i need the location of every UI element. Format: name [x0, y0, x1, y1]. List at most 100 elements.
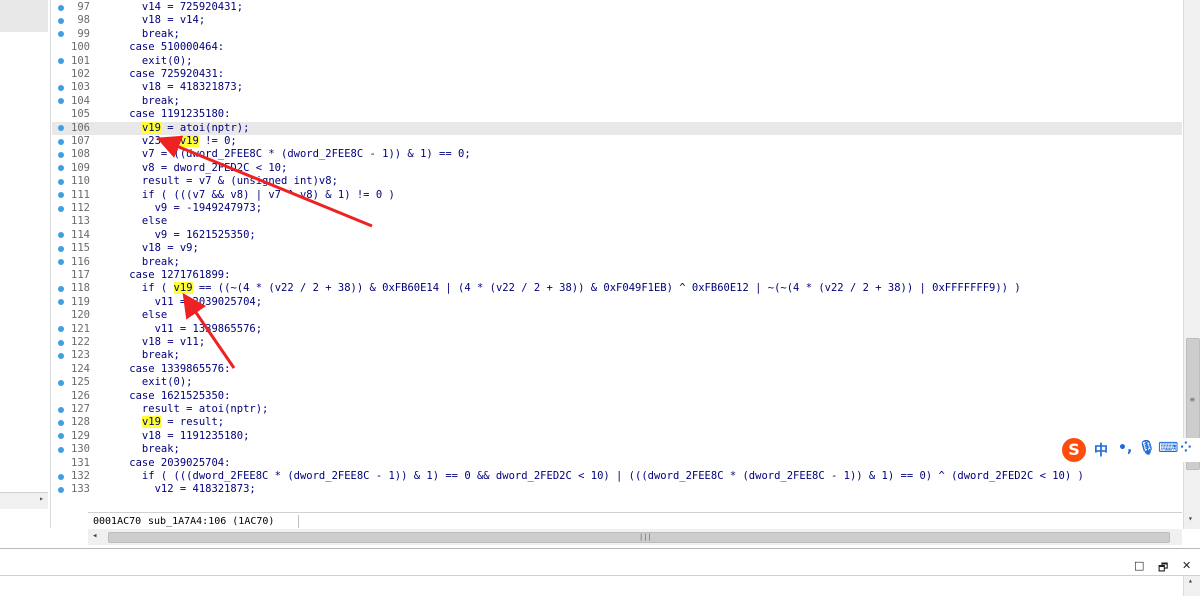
punctuation-button[interactable]: •, — [1118, 440, 1132, 456]
code-line[interactable]: 121 v11 = 1339865576; — [52, 323, 1182, 336]
pseudocode-editor[interactable]: 97 v14 = 725920431; 98 v18 = v14; 99 break… — [52, 0, 1182, 506]
code-line[interactable]: 100 case 510000464: — [52, 41, 1182, 54]
code-line[interactable]: 113 else — [52, 215, 1182, 228]
code-text[interactable]: break; — [104, 443, 180, 456]
highlighted-variable[interactable]: v19 — [141, 121, 161, 134]
code-text[interactable]: result = atoi(nptr); — [104, 403, 268, 416]
code-line[interactable]: 123 break; — [52, 349, 1182, 362]
code-text[interactable]: v18 = v11; — [104, 336, 205, 349]
code-line[interactable]: 111 if ( (((v7 && v8) | v7 ^ v8) & 1) !=… — [52, 189, 1182, 202]
highlighted-variable[interactable]: v19 — [173, 282, 193, 295]
code-line[interactable]: 106 v19 = atoi(nptr); — [52, 121, 1182, 135]
code-text[interactable]: result = v7 & (unsigned int)v8; — [104, 175, 338, 188]
code-line[interactable]: 103 v18 = 418321873; — [52, 81, 1182, 94]
code-text[interactable]: v19 = result; — [104, 416, 224, 429]
code-line[interactable]: 108 v7 = ((dword_2FEE8C * (dword_2FEE8C … — [52, 148, 1182, 161]
code-text[interactable]: v19 = atoi(nptr); — [104, 121, 249, 135]
code-text[interactable]: v18 = 1191235180; — [104, 430, 249, 443]
code-line[interactable]: 131 case 2039025704: — [52, 457, 1182, 470]
code-text[interactable]: v9 = 1621525350; — [104, 229, 256, 242]
code-text[interactable]: else — [104, 309, 167, 322]
code-line[interactable]: 129 v18 = 1191235180; — [52, 430, 1182, 443]
sogou-logo-icon[interactable]: S — [1062, 438, 1086, 462]
ime-toolbar[interactable]: S 中 •, 🎙 ⌨ ⁘ — [1062, 438, 1200, 462]
code-line[interactable]: 126 case 1621525350: — [52, 390, 1182, 403]
code-text[interactable]: break; — [104, 95, 180, 108]
code-line[interactable]: 117 case 1271761899: — [52, 269, 1182, 282]
code-line[interactable]: 127 result = atoi(nptr); — [52, 403, 1182, 416]
code-line[interactable]: 130 break; — [52, 443, 1182, 456]
code-line[interactable]: 109 v8 = dword_2FED2C < 10; — [52, 162, 1182, 175]
code-line[interactable]: 102 case 725920431: — [52, 68, 1182, 81]
code-line[interactable]: 119 v11 = 2039025704; — [52, 296, 1182, 309]
code-line[interactable]: 132 if ( (((dword_2FEE8C * (dword_2FEE8C… — [52, 470, 1182, 483]
code-line[interactable]: 116 break; — [52, 256, 1182, 269]
code-line[interactable]: 114 v9 = 1621525350; — [52, 229, 1182, 242]
code-line[interactable]: 128 v19 = result; — [52, 416, 1182, 429]
code-text[interactable]: v11 = 1339865576; — [104, 323, 262, 336]
code-line[interactable]: 133 v12 = 418321873; — [52, 483, 1182, 496]
code-line[interactable]: 112 v9 = -1949247973; — [52, 202, 1182, 215]
function-list-panel[interactable]: ▸ — [0, 0, 51, 528]
scroll-down-arrow-icon[interactable]: ▾ — [1188, 514, 1193, 523]
close-button[interactable]: ✕ — [1182, 559, 1191, 572]
code-line[interactable]: 107 v23 = v19 != 0; — [52, 135, 1182, 148]
code-line[interactable]: 99 break; — [52, 28, 1182, 41]
left-horizontal-scrollbar[interactable]: ▸ — [0, 492, 48, 509]
code-text[interactable]: v18 = v9; — [104, 242, 199, 255]
code-line[interactable]: 101 exit(0); — [52, 55, 1182, 68]
code-line[interactable]: 122 v18 = v11; — [52, 336, 1182, 349]
code-text[interactable]: break; — [104, 349, 180, 362]
maximize-button[interactable]: □ — [1134, 559, 1144, 572]
code-text[interactable]: v7 = ((dword_2FEE8C * (dword_2FEE8C - 1)… — [104, 148, 471, 161]
float-window-button[interactable]: 🗗 — [1158, 559, 1168, 578]
code-text[interactable]: v18 = 418321873; — [104, 81, 243, 94]
code-text[interactable]: if ( (((dword_2FEE8C * (dword_2FEE8C - 1… — [104, 470, 1084, 483]
code-text[interactable]: exit(0); — [104, 55, 193, 68]
code-line[interactable]: 98 v18 = v14; — [52, 14, 1182, 27]
code-line[interactable]: 120 else — [52, 309, 1182, 322]
code-line[interactable]: 118 if ( v19 == ((~(4 * (v22 / 2 + 38)) … — [52, 282, 1182, 295]
horizontal-scroll-thumb[interactable]: ||| — [108, 532, 1170, 543]
code-text[interactable]: break; — [104, 256, 180, 269]
code-text[interactable]: case 510000464: — [104, 41, 224, 54]
code-text[interactable]: case 1339865576: — [104, 363, 230, 376]
highlighted-variable[interactable]: v19 — [179, 135, 199, 147]
code-text[interactable]: case 1271761899: — [104, 269, 230, 282]
code-text[interactable]: v23 = v19 != 0; — [104, 135, 237, 148]
code-text[interactable]: v12 = 418321873; — [104, 483, 256, 496]
code-text[interactable]: case 1621525350: — [104, 390, 230, 403]
code-line[interactable]: 115 v18 = v9; — [52, 242, 1182, 255]
horizontal-scrollbar[interactable]: ◂ ||| — [88, 529, 1182, 545]
highlighted-variable[interactable]: v19 — [141, 416, 161, 429]
code-text[interactable]: v8 = dword_2FED2C < 10; — [104, 162, 287, 175]
grip-icon: ||| — [639, 533, 652, 541]
code-line[interactable]: 124 case 1339865576: — [52, 363, 1182, 376]
code-text[interactable]: v14 = 725920431; — [104, 1, 243, 14]
scroll-left-arrow-icon[interactable]: ◂ — [92, 531, 97, 541]
scroll-up-arrow-icon[interactable]: ▴ — [1188, 576, 1193, 585]
scroll-right-arrow-icon[interactable]: ▸ — [39, 494, 44, 503]
code-text[interactable]: case 2039025704: — [104, 457, 230, 470]
pane-vertical-scrollbar[interactable]: ▴ — [1183, 576, 1200, 596]
chinese-mode-button[interactable]: 中 — [1094, 440, 1108, 460]
code-line[interactable]: 105 case 1191235180: — [52, 108, 1182, 121]
code-line[interactable]: 104 break; — [52, 95, 1182, 108]
code-text[interactable]: case 1191235180: — [104, 108, 230, 121]
code-text[interactable]: v11 = 2039025704; — [104, 296, 262, 309]
selected-item[interactable] — [0, 0, 48, 32]
keyboard-icon[interactable]: ⌨ — [1158, 440, 1178, 456]
code-text[interactable]: v9 = -1949247973; — [104, 202, 262, 215]
toolbox-icon[interactable]: ⁘ — [1180, 440, 1192, 456]
code-text[interactable]: break; — [104, 28, 180, 41]
code-line[interactable]: 110 result = v7 & (unsigned int)v8; — [52, 175, 1182, 188]
code-line[interactable]: 97 v14 = 725920431; — [52, 1, 1182, 14]
microphone-icon[interactable]: 🎙 — [1138, 440, 1156, 456]
code-text[interactable]: if ( (((v7 && v8) | v7 ^ v8) & 1) != 0 ) — [104, 189, 395, 202]
code-text[interactable]: case 725920431: — [104, 68, 224, 81]
code-text[interactable]: else — [104, 215, 167, 228]
code-text[interactable]: if ( v19 == ((~(4 * (v22 / 2 + 38)) & 0x… — [104, 282, 1021, 295]
code-line[interactable]: 125 exit(0); — [52, 376, 1182, 389]
code-text[interactable]: v18 = v14; — [104, 14, 205, 27]
code-text[interactable]: exit(0); — [104, 376, 193, 389]
